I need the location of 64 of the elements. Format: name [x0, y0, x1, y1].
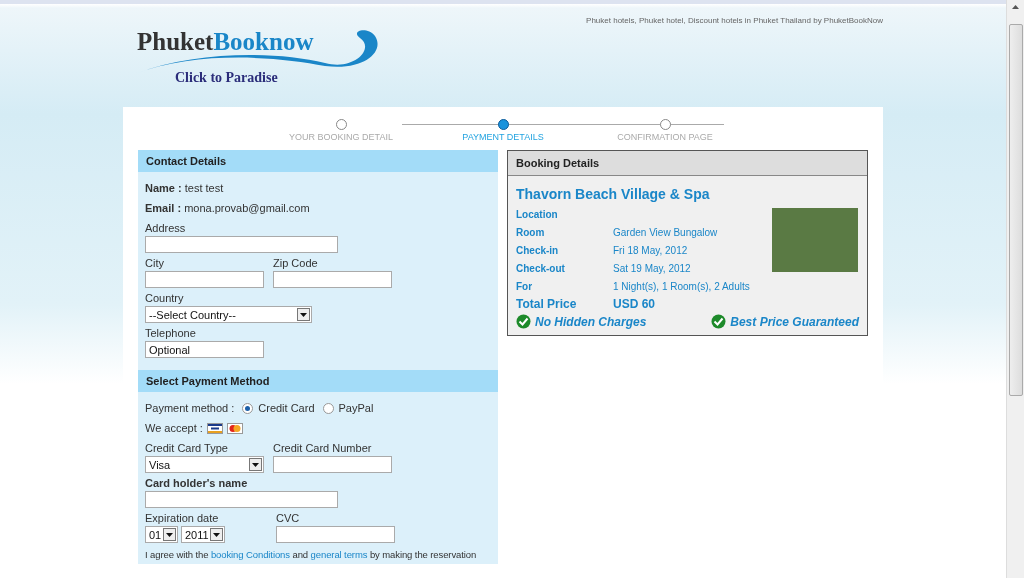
detail-value: Garden View Bungalow: [613, 226, 718, 238]
field-label: We accept :: [145, 421, 203, 436]
radio-label: PayPal: [338, 401, 374, 416]
field-label: Country: [145, 292, 185, 304]
detail-label: Check-in: [516, 244, 560, 256]
step-label: PAYMENT DETAILS: [462, 132, 544, 142]
card-holder-field[interactable]: [145, 491, 338, 508]
email-text: Email : mona.provab@gmail.com: [145, 201, 311, 216]
detail-value: Sat 19 May, 2012: [613, 262, 691, 274]
address-field[interactable]: [145, 236, 338, 253]
telephone-field[interactable]: Optional: [145, 341, 264, 358]
field-label: Credit Card Number: [273, 442, 373, 454]
hotel-name: Thavorn Beach Village & Spa: [516, 186, 711, 202]
site-tagline: Phuket hotels, Phuket hotel, Discount hotels in Phuket Thailand by PhuketBookNow: [586, 16, 883, 27]
caret-icon: [252, 462, 259, 467]
field-label: Card holder's name: [145, 477, 249, 489]
check-icon: [711, 314, 727, 329]
total-value: USD 60: [613, 297, 656, 311]
card-type-select[interactable]: Visa: [145, 456, 264, 473]
radio-label: Credit Card: [258, 401, 315, 416]
scrollbar-thumb[interactable]: [1008, 24, 1023, 396]
guarantee-text: Best Price Guaranteed: [730, 314, 859, 329]
cvc-field[interactable]: [276, 526, 395, 543]
booking-conditions-link[interactable]: booking Conditions: [210, 549, 290, 560]
caret-icon: [213, 532, 220, 537]
field-label: Expiration date: [145, 512, 220, 524]
step-label: YOUR BOOKING DETAIL: [289, 132, 393, 142]
field-label: CVC: [276, 512, 301, 524]
general-terms-link[interactable]: general terms: [310, 549, 368, 560]
detail-value: 1 Night(s), 1 Room(s), 2 Adults: [613, 280, 750, 292]
caret-icon: [166, 532, 173, 537]
month-select[interactable]: 01: [145, 526, 178, 543]
field-label: Telephone: [145, 327, 197, 339]
section-header: Contact Details: [138, 150, 498, 172]
panel-header: Booking Details: [508, 151, 867, 176]
detail-label: Room: [516, 226, 546, 238]
field-label: Payment method :: [145, 401, 235, 416]
radio-button[interactable]: [242, 402, 254, 414]
detail-label: For: [516, 280, 534, 292]
year-select[interactable]: 2011: [181, 526, 225, 543]
logo-slogan: Click to Paradise: [175, 70, 278, 86]
field-label: City: [145, 257, 165, 269]
logo-text: PhuketBooknow: [137, 28, 314, 56]
guarantee-text: No Hidden Charges: [535, 314, 647, 329]
name-text: Name : test test: [145, 181, 225, 196]
field-label: Zip Code: [273, 257, 319, 269]
city-field[interactable]: [145, 271, 264, 288]
radio-button[interactable]: [322, 402, 334, 414]
card-number-field[interactable]: [273, 456, 392, 473]
detail-value: Fri 18 May, 2012: [613, 244, 688, 256]
mastercard-icon: [226, 422, 243, 434]
field-label: Address: [145, 222, 187, 234]
check-icon: [516, 314, 531, 329]
detail-label: Check-out: [516, 262, 566, 274]
total-label: Total Price: [516, 297, 578, 311]
caret-icon: [300, 312, 307, 317]
field-label: Credit Card Type: [145, 442, 229, 454]
visa-card-icon: [206, 422, 223, 434]
agreement-text: I agree with the booking Conditions and general terms by making the reservation: [145, 549, 477, 560]
country-select[interactable]: --Select Country--: [145, 306, 312, 323]
zip-code-field[interactable]: [273, 271, 392, 288]
step-label: CONFIRMATION PAGE: [617, 132, 713, 142]
detail-label: Location: [516, 208, 559, 220]
section-header: Select Payment Method: [138, 370, 498, 392]
